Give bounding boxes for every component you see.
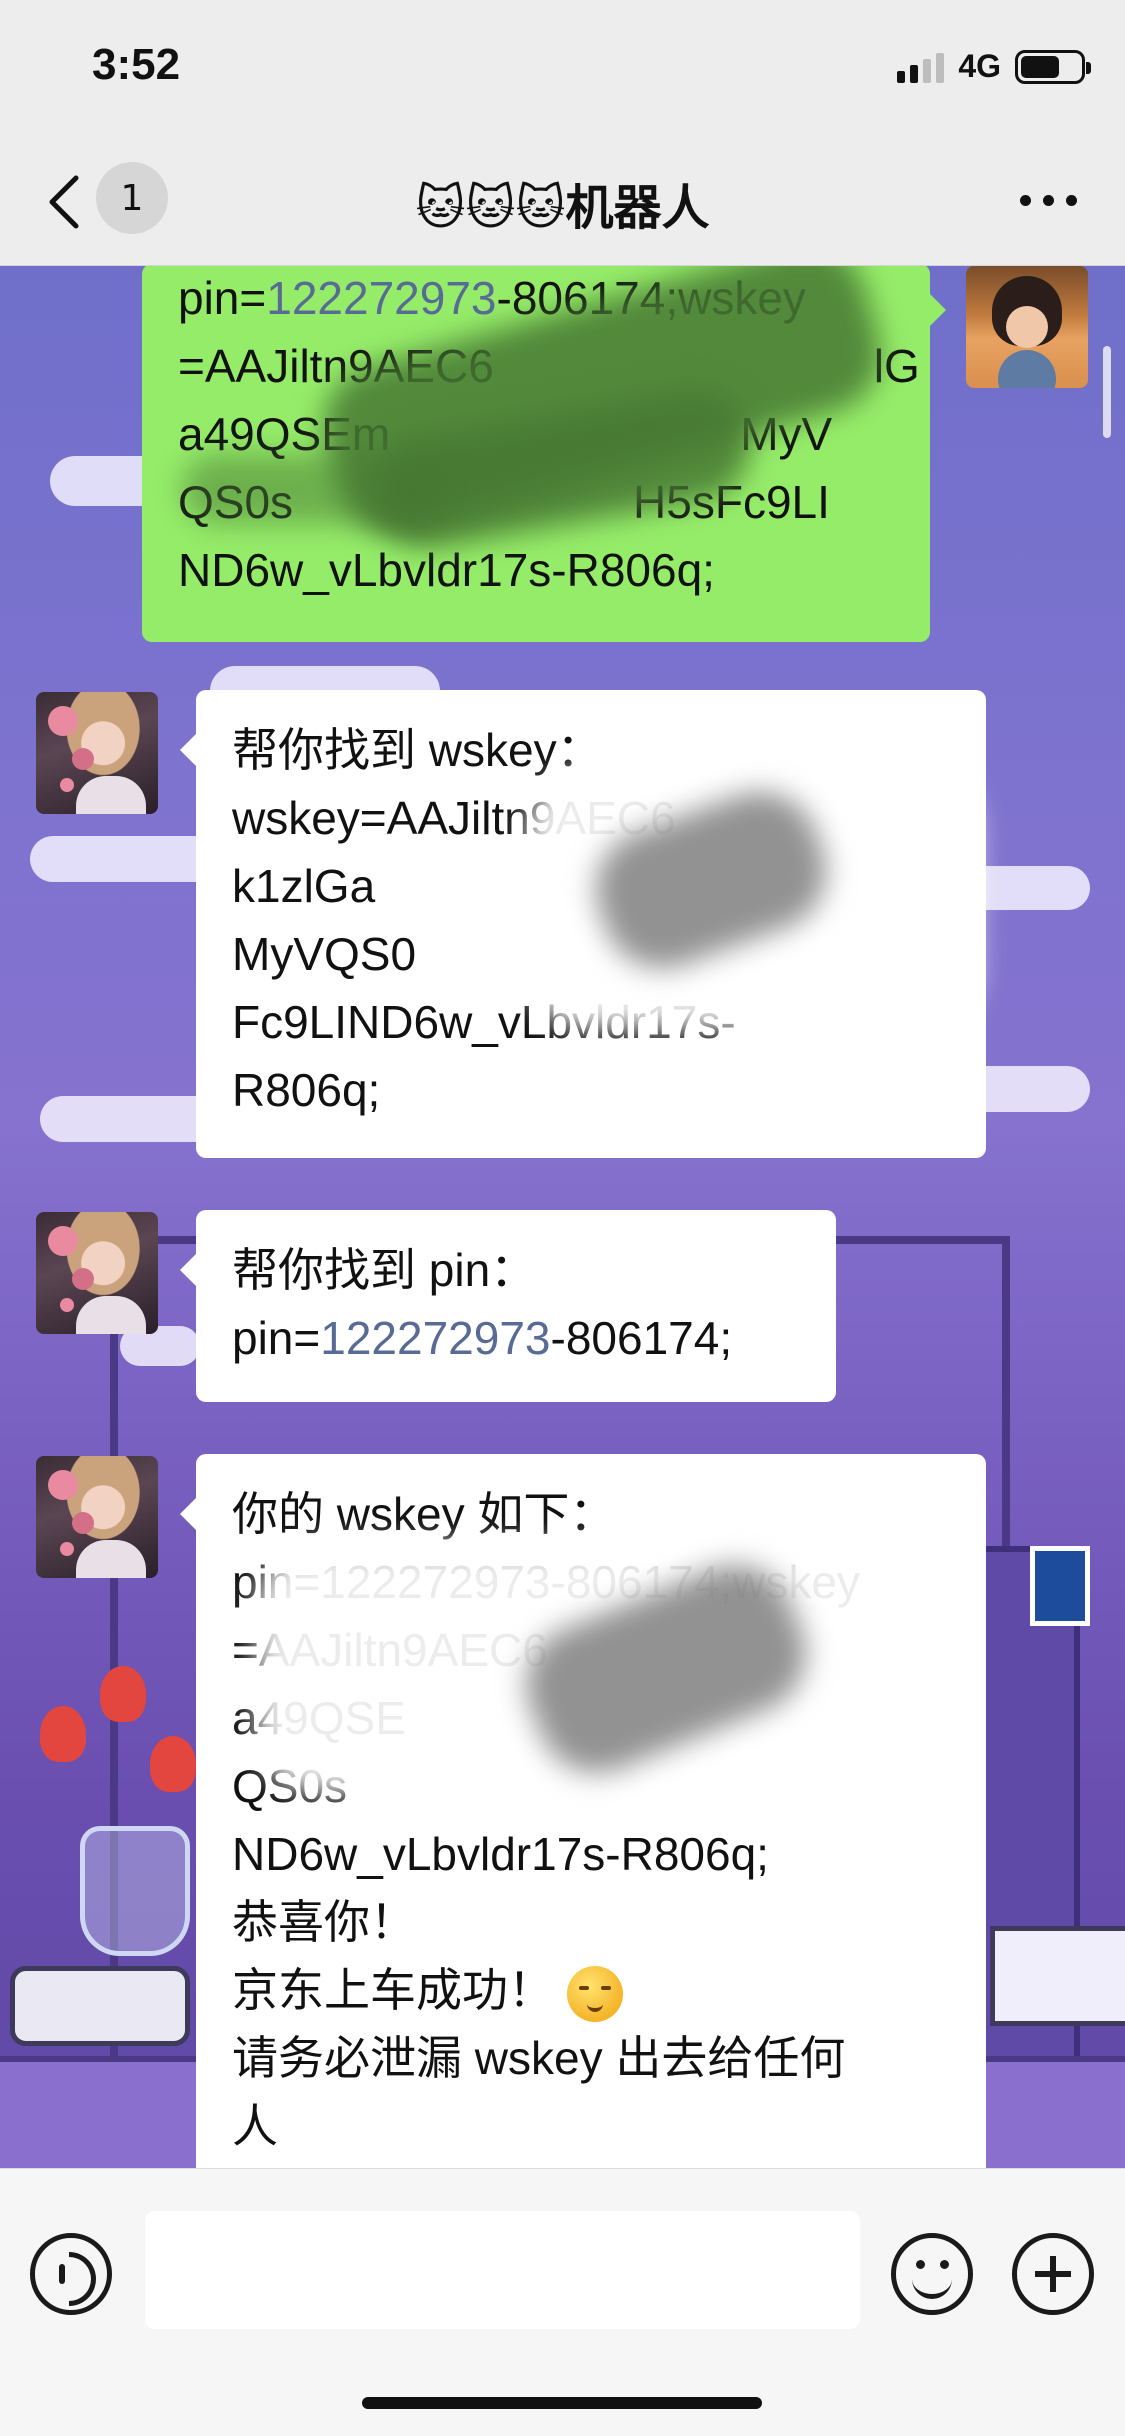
input-bar [0,2168,1125,2436]
bot-avatar[interactable] [36,1456,158,1578]
message-line: Fc9LIND6w_vLbvldr17s- [232,996,736,1048]
network-type: 4G [958,48,1001,84]
background-tulip [100,1666,146,1722]
message-line: R806q; [232,1064,381,1116]
plus-icon[interactable] [1012,2233,1094,2315]
message-line: pin=122272973-806174;wskey [232,1556,860,1608]
message-bubble-incoming[interactable]: 帮你找到 wskey： wskey=AAJiltn9AEC6 k1zlGa My… [180,690,986,1158]
chat-title: 🐱🐱🐱机器人 [415,180,710,236]
background-picture-frame [1030,1546,1090,1626]
more-dots-icon[interactable] [1020,195,1077,206]
status-time: 3:52 [92,40,181,89]
message-line: =AAJiltn9AEC6 lG [178,340,920,392]
message-line: 人 [232,2100,278,2152]
message-line: =AAJiltn9AEC6 [232,1624,548,1676]
bot-avatar[interactable] [36,692,158,814]
message-bubble-incoming[interactable]: 你的 wskey 如下： pin=122272973-806174;wskey … [180,1454,986,2168]
message-line: QS0s [232,1760,348,1812]
status-bar: 3:52 4G [0,0,1125,140]
message-line: a49QSEm MyV [178,408,833,460]
message-line: 恭喜你！ [232,1896,416,1948]
message-line: a49QSE [232,1692,406,1744]
message-line: MyVQS0 [232,928,417,980]
scrollbar[interactable] [1103,346,1111,438]
background-tulip [150,1736,196,1792]
message-line: pin=122272973-806174;wskey [178,272,806,324]
my-avatar[interactable] [966,266,1088,388]
chat-area[interactable]: pin=122272973-806174;wskey =AAJiltn9AEC6… [0,266,1125,2168]
background-paint-tray [990,1926,1125,2026]
bot-avatar[interactable] [36,1212,158,1334]
message-bubble-incoming[interactable]: 帮你找到 pin： pin=122272973-806174; [180,1210,836,1402]
background-gadget [10,1966,190,2046]
message-line: 帮你找到 wskey： [232,724,603,776]
message-bubble-outgoing[interactable]: pin=122272973-806174;wskey =AAJiltn9AEC6… [142,266,946,642]
background-vase [80,1826,190,1956]
pin-number-link[interactable]: 122272973 [320,1312,550,1364]
message-line: 请务必泄漏 wskey 出去给任何 [232,2032,846,2084]
battery-icon [1015,49,1091,84]
background-cloud [30,836,220,882]
message-input[interactable] [145,2211,860,2329]
message-line: 你的 wskey 如下： [232,1488,616,1540]
message-line: pin=122272973-806174; [232,1312,733,1364]
message-line: 帮你找到 pin： [232,1244,537,1296]
message-line: wskey=AAJiltn9AEC6 [232,792,676,844]
message-line: k1zlGa [232,860,376,912]
emoji-icon[interactable] [891,2233,973,2315]
message-line: 京东上车成功！ [232,1956,960,2024]
home-indicator [362,2397,762,2409]
message-line: ND6w_vLbvldr17s-R806q; [232,1828,769,1880]
message-line: ND6w_vLbvldr17s-R806q; [178,544,715,596]
message-line: QS0s H5sFc9LI [178,476,830,528]
background-tulip [40,1706,86,1762]
voice-icon[interactable] [30,2233,112,2315]
background-cloud [40,1096,220,1142]
blush-emoji-icon [566,1965,623,2022]
signal-icon [897,51,945,83]
status-indicators: 4G [897,48,1091,85]
chat-header: 1 🐱🐱🐱机器人 [0,140,1125,266]
